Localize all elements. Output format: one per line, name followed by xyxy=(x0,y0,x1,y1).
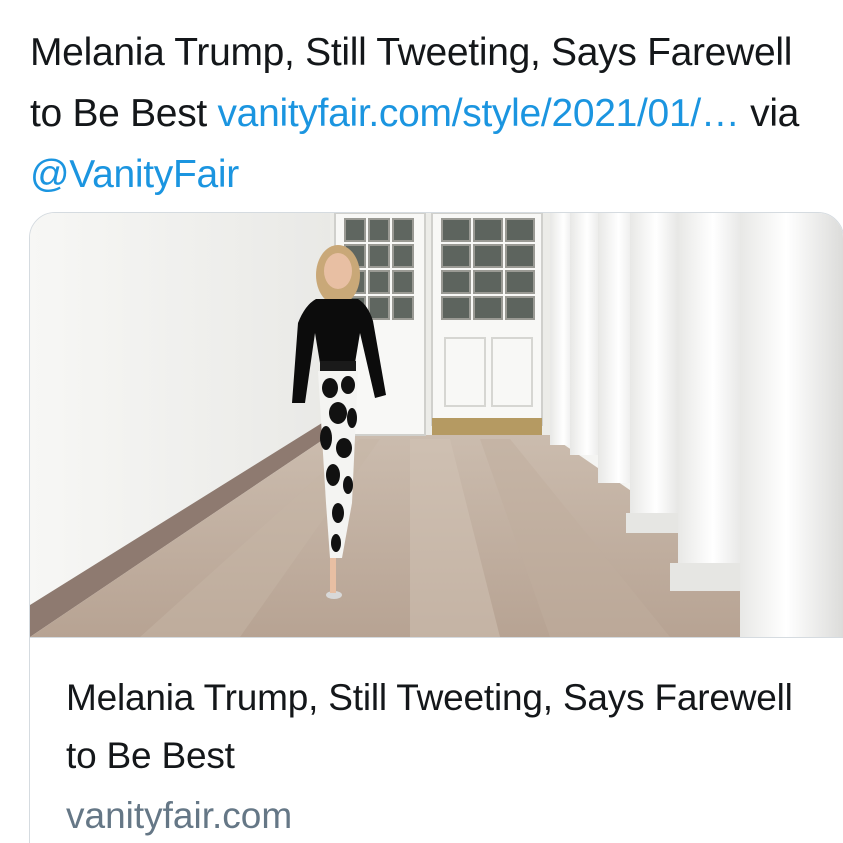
card-domain: vanityfair.com xyxy=(66,795,293,836)
card-image[interactable] xyxy=(30,213,843,638)
card-title[interactable]: Melania Trump, Still Tweeting, Says Fare… xyxy=(66,669,826,785)
tweet-via-text: via xyxy=(739,92,800,135)
tweet-text: Melania Trump, Still Tweeting, Says Fare… xyxy=(30,22,830,205)
tweet-mention-link[interactable]: @VanityFair xyxy=(30,153,239,196)
tweet: Melania Trump, Still Tweeting, Says Fare… xyxy=(0,0,843,843)
tweet-link[interactable]: vanityfair.com/style/2021/01/… xyxy=(217,92,739,135)
link-preview-card[interactable]: Melania Trump, Still Tweeting, Says Fare… xyxy=(29,212,843,843)
